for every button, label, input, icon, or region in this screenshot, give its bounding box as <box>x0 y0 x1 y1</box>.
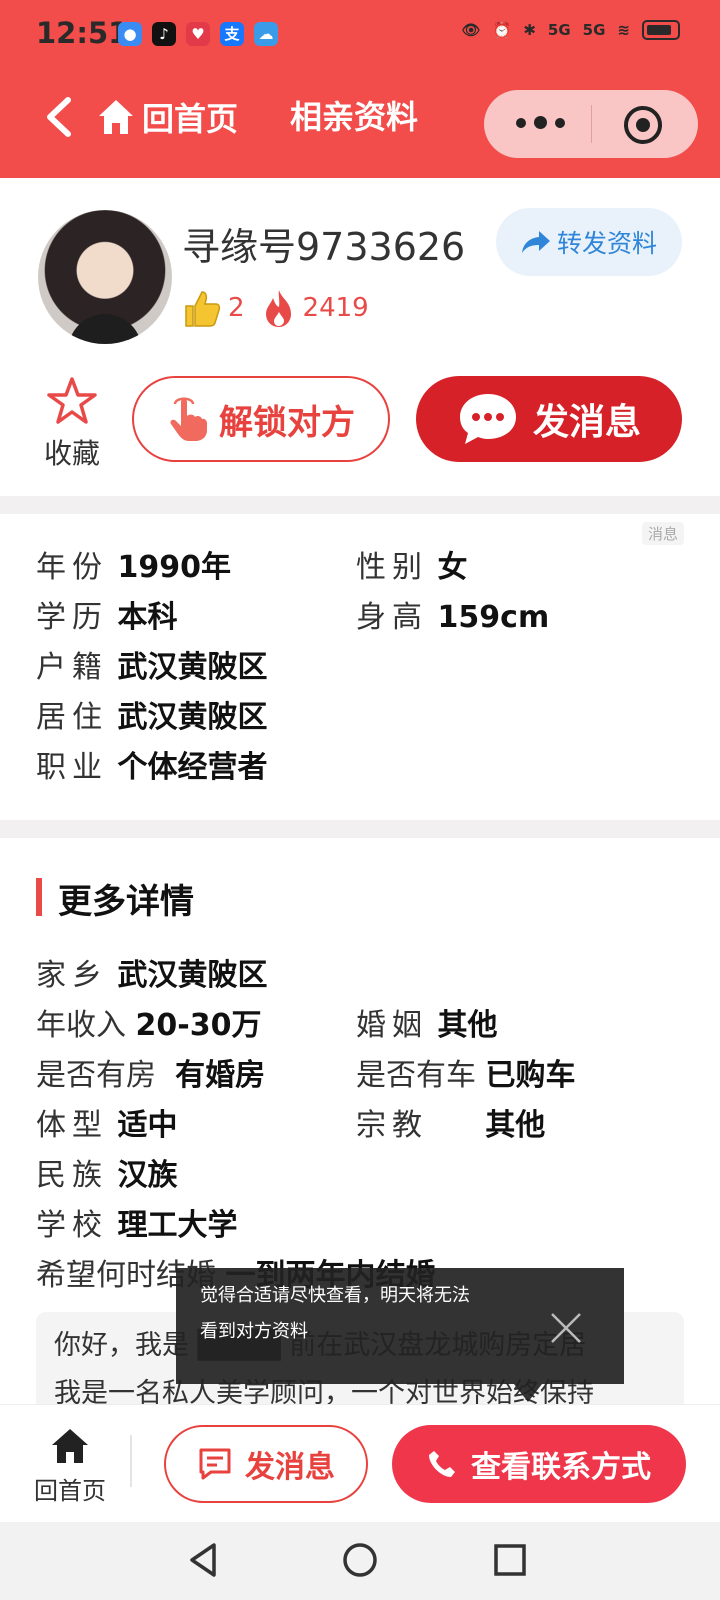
battery-icon <box>642 20 680 40</box>
send-message-label: 发消息 <box>532 402 641 443</box>
signal-icon: 5G <box>547 21 571 39</box>
avatar[interactable] <box>38 210 172 344</box>
close-icon[interactable] <box>548 1310 584 1346</box>
favorite-button[interactable]: 收藏 <box>40 376 104 472</box>
alipay-app-icon: 支 <box>220 22 244 46</box>
system-nav-bar <box>0 1522 720 1600</box>
bottom-divider <box>130 1435 132 1487</box>
phone-icon <box>429 1451 455 1477</box>
detail-row-body: 体型 适中 <box>36 1108 178 1143</box>
detail-row-income: 年收入 20-30万 <box>36 1008 262 1043</box>
message-icon <box>199 1448 231 1480</box>
tap-hand-icon <box>170 397 207 441</box>
detail-row-house: 是否有房 有婚房 <box>36 1058 266 1093</box>
profile-id: 寻缘号9733626 <box>182 225 466 269</box>
bottom-message-button[interactable]: 发消息 <box>164 1425 368 1503</box>
thumbs-up-icon[interactable] <box>182 288 222 328</box>
weather-app-icon: ☁ <box>254 22 278 46</box>
star-icon <box>47 377 97 424</box>
bottom-home-button[interactable]: 回首页 <box>32 1427 108 1506</box>
signal-icon-2: 5G <box>582 21 606 39</box>
chat-bubble-icon <box>459 394 516 444</box>
status-indicators: 👁 ⏰ ✱ 5G 5G ≋ <box>462 20 680 40</box>
page-title: 相亲资料 <box>290 98 419 136</box>
bottom-message-label: 发消息 <box>245 1450 335 1485</box>
view-contact-label: 查看联系方式 <box>471 1450 651 1485</box>
like-count: 2 <box>228 293 245 323</box>
share-profile-button[interactable]: 转发资料 <box>496 208 682 276</box>
wifi-icon: ≋ <box>617 21 630 39</box>
tiktok-app-icon: ♪ <box>152 22 176 46</box>
info-row-year: 年份 1990年 <box>36 550 232 585</box>
share-arrow-icon <box>521 231 550 253</box>
home-icon <box>52 1429 88 1463</box>
toast-pointer <box>514 1384 542 1402</box>
detail-row-ethnicity: 民族 汉族 <box>36 1158 178 1193</box>
section-title: 更多详情 <box>36 874 194 923</box>
back-arrow-icon[interactable] <box>42 94 76 140</box>
home-link-label: 回首页 <box>142 100 239 138</box>
unlock-label: 解锁对方 <box>219 402 355 443</box>
info-row-occupation: 职业 个体经营者 <box>36 750 268 785</box>
info-row-height: 身高 159cm <box>356 600 550 635</box>
detail-row-hometown: 家乡 武汉黄陂区 <box>36 958 268 993</box>
fire-icon <box>265 290 291 327</box>
capsule-divider <box>591 105 592 143</box>
header-bar: 12:51 ● ♪ ♥ 支 ☁ 👁 ⏰ ✱ 5G 5G ≋ 回首页 相亲资料 <box>0 0 720 178</box>
info-row-household: 户籍 武汉黄陂区 <box>36 650 268 685</box>
message-app-icon: ● <box>118 22 142 46</box>
view-contact-button[interactable]: 查看联系方式 <box>392 1425 686 1503</box>
unlock-button[interactable]: 解锁对方 <box>132 376 390 462</box>
toast-line: 觉得合适请尽快查看，明天将无法 <box>200 1285 470 1306</box>
bottom-home-label: 回首页 <box>34 1477 106 1505</box>
info-row-residence: 居住 武汉黄陂区 <box>36 700 268 735</box>
status-time: 12:51 <box>36 16 129 50</box>
send-message-button[interactable]: 发消息 <box>416 376 682 462</box>
detail-row-religion: 宗教 其他 <box>356 1108 546 1143</box>
detail-row-marriage: 婚姻 其他 <box>356 1008 498 1043</box>
back-triangle-icon[interactable] <box>184 1540 224 1580</box>
alarm-icon: ⏰ <box>492 21 512 39</box>
more-menu-icon[interactable] <box>516 116 565 129</box>
info-row-education: 学历 本科 <box>36 600 178 635</box>
notification-icons: ● ♪ ♥ 支 ☁ <box>118 22 278 46</box>
home-circle-icon[interactable] <box>340 1540 380 1580</box>
home-icon <box>99 100 133 134</box>
eye-icon: 👁 <box>461 21 481 39</box>
favorite-label: 收藏 <box>43 437 100 470</box>
status-bar: 12:51 ● ♪ ♥ 支 ☁ 👁 ⏰ ✱ 5G 5G ≋ <box>0 0 720 68</box>
nav-bar: 回首页 相亲资料 <box>0 80 720 170</box>
heat-count: 2419 <box>302 293 369 323</box>
basic-info-card: 消息 年份 1990年 性别 女 学历 本科 身高 159cm 户籍 武汉黄陂区… <box>0 514 720 820</box>
bluetooth-icon: ✱ <box>523 21 536 39</box>
close-miniprogram-icon[interactable] <box>624 106 662 144</box>
reminder-toast: 觉得合适请尽快查看，明天将无法 看到对方资料 <box>176 1268 624 1402</box>
home-link[interactable]: 回首页 <box>96 94 238 140</box>
recents-square-icon[interactable] <box>490 1540 530 1580</box>
miniprogram-capsule <box>484 90 698 158</box>
message-tag[interactable]: 消息 <box>641 522 684 545</box>
detail-row-car: 是否有车 已购车 <box>356 1058 576 1093</box>
bottom-action-bar: 回首页 发消息 查看联系方式 <box>0 1404 720 1522</box>
share-button-label: 转发资料 <box>556 229 657 258</box>
profile-stats: 2 2419 <box>182 288 369 328</box>
detail-row-school: 学校 理工大学 <box>36 1208 238 1243</box>
profile-card: 寻缘号9733626 转发资料 2 2419 收藏 解锁对方 发消息 <box>0 178 720 496</box>
info-row-gender: 性别 女 <box>356 550 468 585</box>
red-app-icon: ♥ <box>186 22 210 46</box>
